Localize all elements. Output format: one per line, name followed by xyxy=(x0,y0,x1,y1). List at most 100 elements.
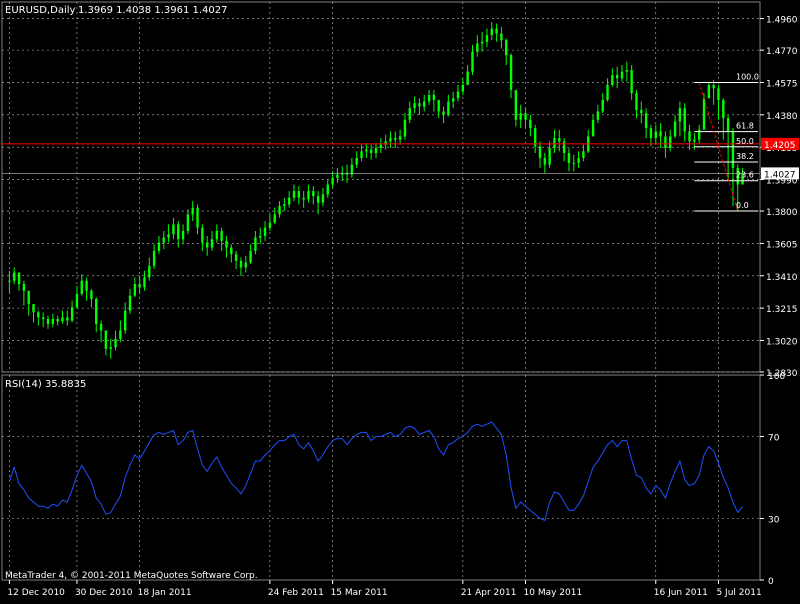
price-tick-label: 1.3800 xyxy=(766,208,798,218)
candle-body xyxy=(615,75,619,79)
candle-body xyxy=(273,214,276,223)
candle-body xyxy=(321,194,325,203)
candle-body xyxy=(157,242,161,251)
candle-body xyxy=(239,260,243,268)
candle-body xyxy=(398,136,402,140)
candle-body xyxy=(350,164,354,175)
candle-body xyxy=(678,108,682,122)
price-tick-label: 1.4380 xyxy=(766,112,798,122)
copyright-text: MetaTrader 4, © 2001-2011 MetaQuotes Sof… xyxy=(5,571,258,581)
rsi-tick-label: 0 xyxy=(768,577,774,587)
red-price-label: 1.4205 xyxy=(764,141,796,151)
candle-body xyxy=(41,317,45,319)
candle-body xyxy=(104,330,108,349)
x-tick-label: 10 May 2011 xyxy=(524,588,583,598)
candle-body xyxy=(297,191,301,198)
candle-body xyxy=(61,317,64,322)
candle-body xyxy=(461,84,465,92)
candle-body xyxy=(37,312,40,318)
price-tick-label: 1.3605 xyxy=(766,240,798,250)
candle-body xyxy=(66,317,69,321)
candle-body xyxy=(196,207,199,228)
x-tick-label: 24 Feb 2011 xyxy=(268,588,324,598)
rsi-tick-label: 100 xyxy=(768,372,785,382)
candle-body xyxy=(210,239,214,248)
candle-body xyxy=(432,94,436,100)
candle-body xyxy=(524,113,527,120)
candle-body xyxy=(572,162,575,164)
candle-body xyxy=(403,119,407,137)
candle-body xyxy=(8,280,11,282)
price-tick-label: 1.4960 xyxy=(766,16,798,26)
candle-body xyxy=(596,111,600,120)
candle-body xyxy=(548,148,551,165)
candle-body xyxy=(659,131,662,137)
candle-body xyxy=(230,247,233,255)
candle-body xyxy=(148,265,151,278)
candle-body xyxy=(582,151,585,158)
candle-body xyxy=(360,151,363,158)
candle-body xyxy=(143,277,146,288)
candle-body xyxy=(172,224,175,235)
rsi-label: RSI(14) 35.8835 xyxy=(5,379,86,390)
candle-body xyxy=(654,131,657,139)
candle-body xyxy=(254,237,257,251)
candle-body xyxy=(331,177,334,185)
candle-body xyxy=(355,157,358,165)
chart-canvas: 100.0 61.8 50.0 38.2 23.6 0.0 1.4960 1.4770 1.4… xyxy=(1,1,799,598)
candle-body xyxy=(408,108,411,120)
candle-body xyxy=(177,224,180,240)
candle-body xyxy=(128,295,132,311)
candle-body xyxy=(312,191,315,197)
candle-body xyxy=(722,99,725,119)
candle-body xyxy=(138,284,141,288)
candle-body xyxy=(567,152,571,163)
chart-window: 100.0 61.8 50.0 38.2 23.6 0.0 1.4960 1.4770 1.4… xyxy=(0,0,800,600)
candle-body xyxy=(451,98,455,102)
candle-body xyxy=(442,111,445,115)
candle-body xyxy=(577,157,580,163)
candle-body xyxy=(56,318,59,322)
candle-body xyxy=(495,28,498,34)
candle-body xyxy=(287,197,291,205)
rsi-panel xyxy=(1,374,761,581)
candle-body xyxy=(336,174,339,178)
candle-body xyxy=(389,138,392,142)
candle-body xyxy=(553,138,556,149)
candle-body xyxy=(268,222,272,228)
candle-body xyxy=(259,235,262,238)
candle-body xyxy=(292,191,296,198)
candle-body xyxy=(447,101,450,115)
x-tick-label: 15 Mar 2011 xyxy=(331,588,388,598)
candle-body xyxy=(635,93,638,110)
candle-body xyxy=(152,250,156,266)
price-tick-label: 1.4770 xyxy=(766,47,798,57)
candle-body xyxy=(133,284,137,296)
candle-body xyxy=(307,191,310,200)
candle-body xyxy=(437,99,440,112)
candle-body xyxy=(413,103,416,109)
candle-body xyxy=(731,131,735,168)
candle-body xyxy=(529,119,532,129)
candle-body xyxy=(418,103,421,107)
candle-body xyxy=(630,70,633,94)
candle-body xyxy=(673,121,677,137)
candle-body xyxy=(70,307,74,321)
candle-body xyxy=(490,28,493,36)
price-panel: 100.0 61.8 50.0 38.2 23.6 0.0 xyxy=(1,1,761,373)
price-tick-label: 1.3020 xyxy=(766,337,798,347)
candle-body xyxy=(181,230,185,240)
candle-body xyxy=(123,310,127,331)
candle-body xyxy=(201,227,204,243)
candle-body xyxy=(640,109,643,114)
candle-body xyxy=(205,242,209,248)
candle-body xyxy=(466,71,469,85)
candle-body xyxy=(427,94,431,102)
fib-level-label: 50.0 xyxy=(736,137,754,146)
fib-level-label: 23.6 xyxy=(736,171,754,180)
fib-level-label: 0.0 xyxy=(736,201,749,210)
candle-body xyxy=(32,303,35,313)
rsi-tick-label: 70 xyxy=(768,434,780,444)
candle-body xyxy=(283,204,286,207)
fib-level-label: 100.0 xyxy=(736,72,759,81)
